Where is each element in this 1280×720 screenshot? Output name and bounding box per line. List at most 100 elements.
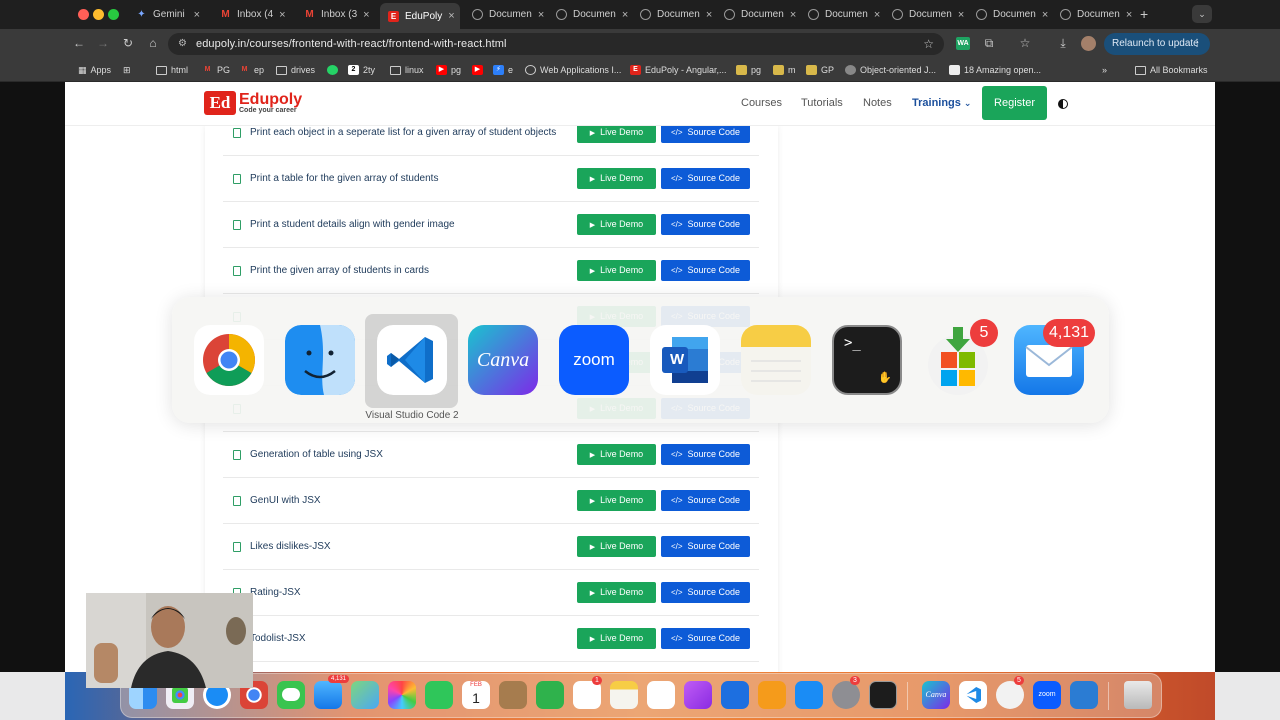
- contacts-dock-icon[interactable]: [499, 681, 527, 709]
- terminal-dock-icon[interactable]: [869, 681, 897, 709]
- bookmark-drives[interactable]: drives: [276, 63, 315, 77]
- source-code-button[interactable]: </>Source Code: [661, 168, 750, 189]
- lesson-title[interactable]: Likes dislikes-JSX: [250, 541, 331, 552]
- lesson-title[interactable]: Todolist-JSX: [250, 633, 306, 644]
- source-code-button[interactable]: </>Source Code: [661, 628, 750, 649]
- theme-toggle-icon[interactable]: [1058, 99, 1068, 109]
- notes-app-icon[interactable]: [741, 325, 811, 395]
- messages-dock-icon[interactable]: [277, 681, 305, 709]
- live-demo-button[interactable]: ▶Live Demo: [577, 214, 656, 235]
- bookmark-web-applications[interactable]: Web Applications I...: [525, 63, 621, 77]
- profile-avatar[interactable]: [1081, 36, 1096, 51]
- site-info-icon[interactable]: ⚙: [178, 38, 187, 49]
- lesson-title[interactable]: Print each object in a seperate list for…: [250, 127, 556, 138]
- close-tab-icon[interactable]: ×: [622, 9, 628, 21]
- lesson-title[interactable]: Generation of table using JSX: [250, 449, 383, 460]
- tab-search-icon[interactable]: ⌄: [1192, 5, 1212, 23]
- bookmarks-overflow-icon[interactable]: »: [1102, 63, 1107, 77]
- close-tab-icon[interactable]: ×: [1042, 9, 1048, 21]
- app-store-dock-icon[interactable]: [795, 681, 823, 709]
- nav-courses[interactable]: Courses: [741, 97, 782, 109]
- keynote-dock-icon[interactable]: [721, 681, 749, 709]
- autoupdate-dock-icon[interactable]: 5: [996, 676, 1024, 709]
- tab-inbox-2[interactable]: M Inbox (3 ×: [296, 4, 376, 25]
- tab-document[interactable]: Documen ×: [884, 4, 964, 25]
- lesson-title[interactable]: Print a table for the given array of stu…: [250, 173, 438, 184]
- mail-dock-icon[interactable]: 4,131: [314, 675, 350, 709]
- more-menu-icon[interactable]: ⋮: [1192, 33, 1202, 55]
- close-tab-icon[interactable]: ×: [790, 9, 796, 21]
- notes-dock-icon[interactable]: [610, 681, 638, 709]
- nav-tutorials[interactable]: Tutorials: [801, 97, 843, 109]
- tab-document[interactable]: Documen ×: [716, 4, 796, 25]
- lesson-title[interactable]: GenUI with JSX: [250, 495, 321, 506]
- podcasts-dock-icon[interactable]: [684, 681, 712, 709]
- lesson-title[interactable]: Print the given array of students in car…: [250, 265, 429, 276]
- close-tab-icon[interactable]: ×: [874, 9, 880, 21]
- source-code-button[interactable]: </>Source Code: [661, 490, 750, 511]
- bookmark-18-amazing[interactable]: 18 Amazing open...: [949, 63, 1041, 77]
- extensions-icon[interactable]: ⧉: [982, 36, 996, 50]
- bookmark-ep[interactable]: Mep: [239, 63, 264, 77]
- tab-document[interactable]: Documen ×: [968, 4, 1048, 25]
- close-tab-icon[interactable]: ×: [706, 9, 712, 21]
- numbers-dock-icon[interactable]: [536, 681, 564, 709]
- tab-document[interactable]: Documen ×: [464, 4, 544, 25]
- address-bar[interactable]: ⚙ edupoly.in/courses/frontend-with-react…: [168, 33, 944, 55]
- bookmark-apps[interactable]: ▦ Apps: [78, 63, 111, 77]
- edupoly-logo[interactable]: Ed Edupoly Code your career: [204, 91, 302, 115]
- canva-dock-icon[interactable]: Canva: [922, 681, 950, 709]
- new-tab-button[interactable]: +: [1140, 6, 1148, 22]
- bookmark-pg-youtube[interactable]: ▶ pg: [436, 63, 461, 77]
- canva-app-icon[interactable]: Canva: [468, 325, 538, 395]
- close-tab-icon[interactable]: ×: [958, 9, 964, 21]
- back-icon[interactable]: ←: [72, 36, 86, 50]
- live-demo-button[interactable]: ▶Live Demo: [577, 168, 656, 189]
- terminal-app-icon[interactable]: >_ ✋: [832, 325, 902, 395]
- forward-icon[interactable]: →: [96, 36, 110, 50]
- maximize-window-button[interactable]: [108, 9, 119, 20]
- close-window-button[interactable]: [78, 9, 89, 20]
- close-tab-icon[interactable]: ×: [1126, 9, 1132, 21]
- source-code-button[interactable]: </>Source Code: [661, 260, 750, 281]
- bookmark-linux[interactable]: linux: [390, 63, 424, 77]
- bookmark-gp[interactable]: GP: [806, 63, 834, 77]
- minimize-window-button[interactable]: [93, 9, 104, 20]
- tab-document[interactable]: Documen ×: [632, 4, 712, 25]
- live-demo-button[interactable]: ▶Live Demo: [577, 444, 656, 465]
- bookmark-whatsapp[interactable]: [327, 63, 338, 77]
- close-tab-icon[interactable]: ×: [194, 9, 200, 21]
- bookmark-youtube[interactable]: ▶: [472, 63, 483, 77]
- source-code-button[interactable]: </>Source Code: [661, 444, 750, 465]
- trash-dock-icon[interactable]: [1124, 681, 1152, 709]
- live-demo-button[interactable]: ▶Live Demo: [577, 582, 656, 603]
- word-dock-icon[interactable]: [1070, 681, 1098, 709]
- chrome-app-icon[interactable]: [194, 325, 264, 395]
- tab-document[interactable]: Documen ×: [548, 4, 628, 25]
- photos-dock-icon[interactable]: [388, 681, 416, 709]
- tab-document[interactable]: Documen ×: [800, 4, 880, 25]
- finder-app-icon[interactable]: [285, 325, 355, 395]
- all-bookmarks[interactable]: All Bookmarks: [1135, 63, 1208, 77]
- bookmark-tab-groups[interactable]: ⊞: [123, 63, 131, 77]
- reading-list-icon[interactable]: ☆: [1018, 36, 1032, 50]
- lesson-title[interactable]: Rating-JSX: [250, 587, 301, 598]
- calendar-dock-icon[interactable]: FEB 1: [462, 681, 490, 709]
- bookmark-e[interactable]: ⚡ e: [493, 63, 513, 77]
- live-demo-button[interactable]: ▶Live Demo: [577, 260, 656, 281]
- facetime-dock-icon[interactable]: [425, 681, 453, 709]
- source-code-button[interactable]: </>Source Code: [661, 214, 750, 235]
- relaunch-to-update-button[interactable]: Relaunch to update ⋮: [1104, 33, 1210, 55]
- bookmark-pg[interactable]: M PG: [202, 63, 230, 77]
- bookmark-2ty[interactable]: 2 2ty: [348, 63, 375, 77]
- live-demo-button[interactable]: ▶Live Demo: [577, 490, 656, 511]
- zoom-dock-icon[interactable]: zoom: [1033, 681, 1061, 709]
- zoom-app-icon[interactable]: zoom: [559, 325, 629, 395]
- close-tab-icon[interactable]: ×: [363, 9, 369, 21]
- bookmark-object-oriented[interactable]: Object-oriented J...: [845, 63, 936, 77]
- tab-inbox-1[interactable]: M Inbox (4 ×: [212, 4, 292, 25]
- vscode-dock-icon[interactable]: [959, 681, 987, 709]
- lesson-title[interactable]: Print a student details align with gende…: [250, 219, 455, 230]
- bookmark-pg-2[interactable]: pg: [736, 63, 761, 77]
- close-tab-icon[interactable]: ×: [538, 9, 544, 21]
